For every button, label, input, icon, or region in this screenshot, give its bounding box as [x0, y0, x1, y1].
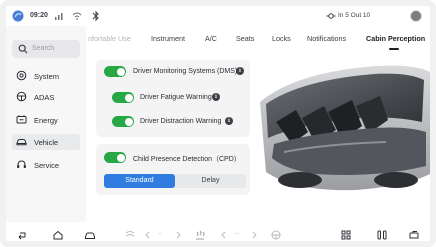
cpd-option-delay[interactable]: Delay: [175, 174, 246, 188]
settings-icon[interactable]: [408, 229, 420, 241]
cpd-label: Child Presence Detection（CPD）: [133, 155, 241, 163]
tab-comfortable-use[interactable]: nfortable Use: [88, 34, 131, 43]
toggle-knob: [116, 67, 125, 76]
tab-seats[interactable]: Seats: [236, 34, 254, 43]
toggle-knob: [124, 117, 133, 126]
sidebar-item-energy[interactable]: Energy: [12, 112, 80, 128]
dms-panel: Driver Monitoring Systems (DMS) i Driver…: [96, 60, 250, 137]
trip-info: In 5 Out 10: [338, 12, 371, 19]
distraction-warning-toggle[interactable]: [112, 116, 134, 127]
system-icon: [16, 70, 27, 81]
fatigue-warning-label: Driver Fatigue Warning: [140, 93, 212, 101]
back-icon[interactable]: [16, 229, 28, 241]
wifi-icon: [72, 12, 82, 20]
fan-icon[interactable]: [124, 229, 136, 241]
car-icon[interactable]: [84, 229, 96, 241]
sidebar-item-label: ADAS: [34, 93, 55, 102]
sidebar-item-adas[interactable]: ADAS: [12, 89, 80, 105]
energy-icon: [16, 115, 27, 124]
adas-icon: [16, 91, 27, 102]
info-icon[interactable]: i: [236, 67, 244, 75]
sidebar-item-vehicle[interactable]: Vehicle: [12, 134, 80, 150]
cpd-toggle[interactable]: [104, 152, 126, 163]
cpd-mode-selector: Standard Delay: [104, 174, 246, 188]
media-icon[interactable]: [376, 229, 388, 241]
sidebar-item-service[interactable]: Service: [12, 157, 80, 173]
cpd-option-standard[interactable]: Standard: [104, 174, 175, 188]
sidebar-item-label: Service: [34, 161, 60, 170]
seat-heat-icon[interactable]: [194, 229, 206, 241]
sidebar-item-label: Energy: [34, 116, 58, 125]
status-bar: 09:20 In 5 Out 10: [6, 6, 430, 26]
vehicle-icon: [16, 139, 27, 146]
info-icon[interactable]: i: [225, 117, 233, 125]
toggle-knob: [124, 93, 133, 102]
distraction-warning-row: Driver Distraction Warning i: [112, 116, 242, 130]
tab-bar: nfortable Use Instrument A/C Seats Locks…: [86, 34, 430, 54]
toggle-knob: [116, 153, 125, 162]
right-temperature: --: [235, 230, 240, 237]
home-icon[interactable]: [52, 229, 64, 241]
temperature-icon: [326, 13, 336, 19]
clock: 09:20: [30, 12, 48, 19]
sidebar: Search System ADAS Energy Vehicle Servic…: [6, 26, 86, 222]
sidebar-item-label: System: [34, 72, 60, 81]
tab-cabin-perception[interactable]: Cabin Perception: [366, 34, 425, 43]
chevron-right-icon[interactable]: [250, 229, 258, 241]
tab-ac[interactable]: A/C: [205, 34, 217, 43]
info-icon[interactable]: i: [212, 93, 220, 101]
bluetooth-icon: [92, 10, 99, 22]
tab-instrument[interactable]: Instrument: [151, 34, 185, 43]
search-input[interactable]: Search: [12, 40, 80, 58]
chevron-left-icon[interactable]: [220, 229, 228, 241]
distraction-warning-label: Driver Distraction Warning: [140, 117, 222, 125]
avatar[interactable]: [410, 10, 422, 22]
cpd-row: Child Presence Detection（CPD）: [104, 152, 248, 166]
chevron-right-icon[interactable]: [174, 229, 182, 241]
car-cabin-image: [260, 65, 430, 191]
steering-heat-icon[interactable]: [270, 229, 282, 241]
dms-toggle[interactable]: [104, 66, 126, 77]
active-tab-indicator: [389, 48, 399, 50]
app-logo-icon[interactable]: [12, 10, 24, 22]
sidebar-item-system[interactable]: System: [12, 68, 80, 84]
tab-notifications[interactable]: Notifications: [307, 34, 346, 43]
service-icon: [17, 160, 26, 168]
sidebar-item-label: Vehicle: [34, 138, 59, 147]
signal-icon: [55, 13, 63, 20]
apps-icon[interactable]: [340, 229, 352, 241]
dms-row: Driver Monitoring Systems (DMS) i: [104, 66, 248, 80]
settings-screen: 09:20 In 5 Out 10 Search System ADAS Ene…: [0, 0, 436, 247]
cpd-panel: Child Presence Detection（CPD） Standard D…: [96, 144, 250, 195]
fatigue-warning-row: Driver Fatigue Warning i: [112, 92, 242, 106]
dms-label: Driver Monitoring Systems (DMS): [133, 67, 238, 75]
bottom-dock: -- --: [6, 222, 430, 241]
tab-locks[interactable]: Locks: [272, 34, 291, 43]
fatigue-warning-toggle[interactable]: [112, 92, 134, 103]
chevron-left-icon[interactable]: [144, 229, 152, 241]
left-temperature: --: [158, 230, 163, 237]
search-placeholder: Search: [32, 45, 55, 52]
search-icon: [18, 44, 28, 54]
